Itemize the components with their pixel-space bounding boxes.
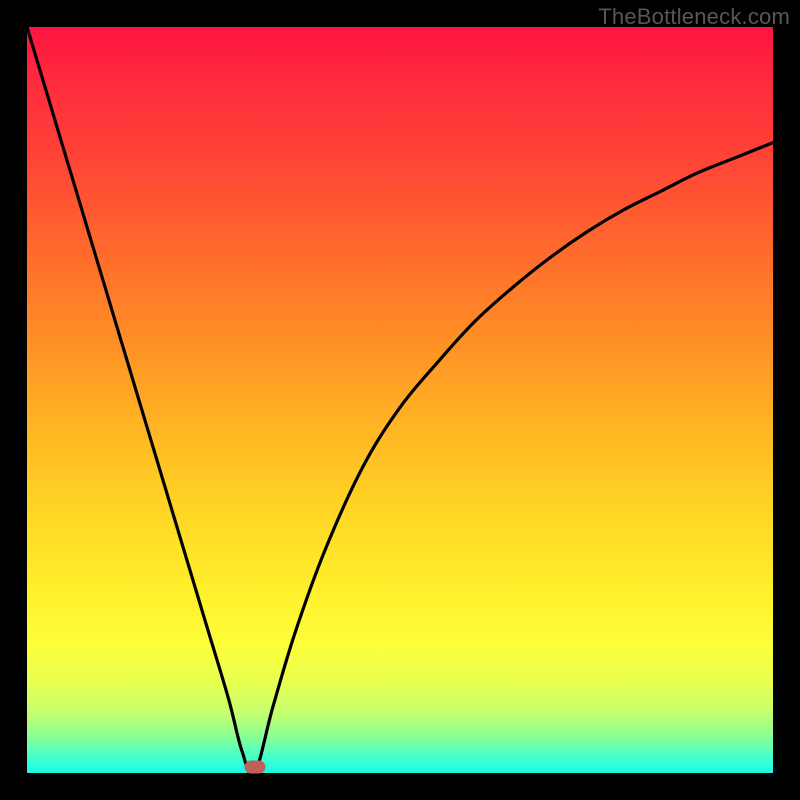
chart-frame: TheBottleneck.com <box>0 0 800 800</box>
watermark-text: TheBottleneck.com <box>598 4 790 30</box>
curve-svg <box>27 27 773 773</box>
minimum-marker <box>244 761 265 774</box>
plot-area <box>27 27 773 773</box>
bottleneck-curve <box>27 27 773 775</box>
